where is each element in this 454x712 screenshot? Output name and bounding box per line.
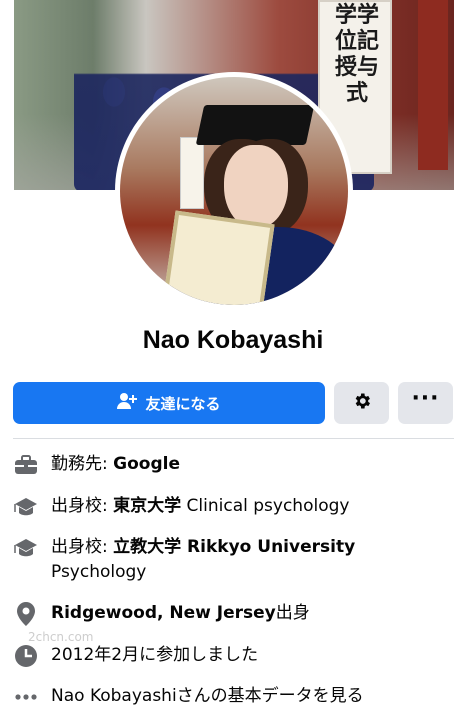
intro-education-1: 出身校: 東京大学 Clinical psychology [13,494,454,519]
more-button[interactable]: ··· [398,382,453,424]
watermark: 2chcn.com [28,630,94,644]
intro-see-about[interactable]: Nao Kobayashiさんの基本データを見る [13,684,454,709]
intro-hometown: Ridgewood, New Jersey出身 [13,601,454,626]
add-friend-label: 友達になる [145,394,221,413]
profile-name: Nao Kobayashi [142,326,324,354]
graduation-cap-icon [13,535,39,560]
add-friend-icon [117,392,138,414]
edu1-prefix: 出身校: [51,496,114,516]
divider [13,438,454,439]
edu2-field: Psychology [51,562,147,582]
graduation-cap-icon [13,494,39,519]
intro-work: 勤務先: Google [13,452,454,477]
work-link[interactable]: Google [113,454,180,474]
see-about-link[interactable]: Nao Kobayashiさんの基本データを見る [51,684,454,709]
edu1-school-link[interactable]: 東京大学 [113,496,181,516]
avatar-face [224,145,288,229]
hometown-suffix: 出身 [275,603,310,623]
avatar-graduation-cap [195,105,315,145]
edu2-prefix: 出身校: [51,537,114,557]
avatar-banner [180,137,204,209]
more-dots-icon: ··· [411,386,440,411]
intro-joined: 2012年2月に参加しました [13,643,454,668]
clock-icon [13,643,39,668]
intro-education-2: 出身校: 立教大学 Rikkyo University Psychology [13,535,454,585]
more-dots-icon [13,684,39,709]
edu2-school-link[interactable]: 立教大学 Rikkyo University [113,537,355,557]
profile-picture[interactable] [120,77,348,305]
edu1-field: Clinical psychology [181,496,350,516]
work-prefix: 勤務先: [51,454,114,474]
location-pin-icon [13,601,39,626]
cover-pillar [418,0,448,170]
avatar-diploma [161,210,275,305]
gear-icon [352,391,372,415]
hometown-link[interactable]: Ridgewood, New Jersey [51,603,276,623]
cover-sign-text: 学学位記授与式 [334,2,379,106]
joined-text: 2012年2月に参加しました [51,645,259,665]
add-friend-button[interactable]: 友達になる [13,382,325,424]
briefcase-icon [13,452,39,477]
settings-button[interactable] [334,382,389,424]
